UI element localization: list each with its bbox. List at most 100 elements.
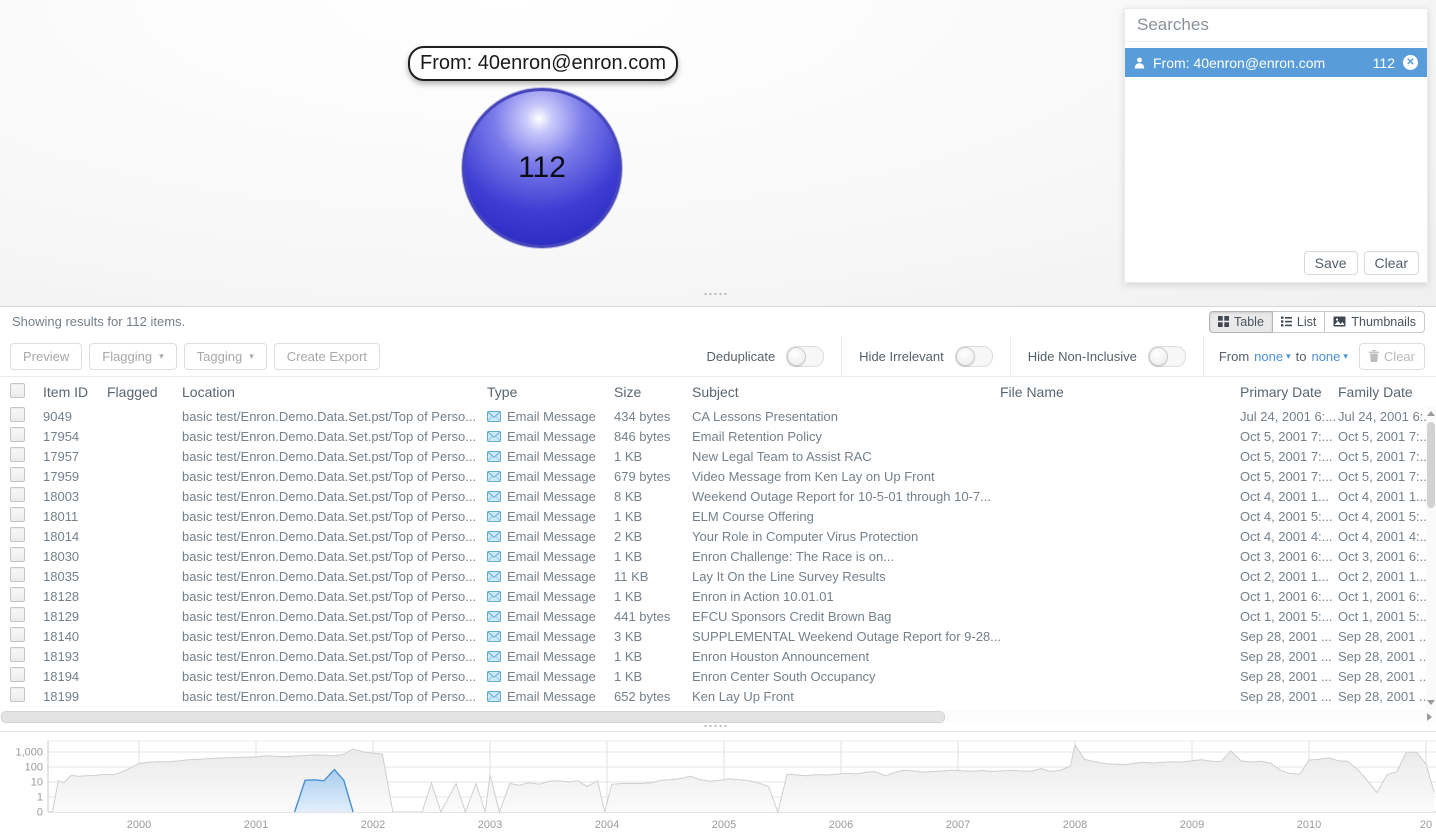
splitter-grip-bottom[interactable] <box>703 724 729 728</box>
row-checkbox[interactable] <box>10 647 25 662</box>
row-checkbox[interactable] <box>10 627 25 642</box>
row-checkbox-cell <box>10 467 43 485</box>
table-row[interactable]: 18014basic test/Enron.Demo.Data.Set.pst/… <box>0 526 1426 546</box>
column-header-item-id[interactable]: Item ID <box>43 384 107 400</box>
table-row[interactable]: 17959basic test/Enron.Demo.Data.Set.pst/… <box>0 466 1426 486</box>
row-checkbox[interactable] <box>10 567 25 582</box>
cell-subject: ELM Course Offering <box>692 509 1000 524</box>
column-header-location[interactable]: Location <box>182 384 487 400</box>
column-header-size[interactable]: Size <box>614 384 692 400</box>
preview-button[interactable]: Preview <box>10 343 82 370</box>
view-button-thumbnails[interactable]: Thumbnails <box>1324 311 1425 333</box>
select-all-checkbox[interactable] <box>10 383 25 398</box>
timeline-chart[interactable]: 01101001,0002000200120022003200420052006… <box>0 732 1436 838</box>
view-switcher: Table List Thumbnails <box>1209 311 1425 333</box>
hide-non-inclusive-group: Hide Non-Inclusive <box>1011 336 1203 376</box>
hide-non-inclusive-toggle[interactable] <box>1148 346 1186 367</box>
cell-primary-date: Oct 1, 2001 6:... <box>1240 589 1338 604</box>
row-checkbox[interactable] <box>10 487 25 502</box>
cell-type: Email Message <box>487 669 614 684</box>
row-checkbox[interactable] <box>10 687 25 702</box>
row-checkbox[interactable] <box>10 547 25 562</box>
cell-size: 652 bytes <box>614 689 692 704</box>
remove-search-icon[interactable]: ✕ <box>1403 55 1418 70</box>
splitter-grip-top[interactable] <box>703 292 729 296</box>
scroll-right-icon[interactable] <box>1427 713 1432 721</box>
table-row[interactable]: 18128basic test/Enron.Demo.Data.Set.pst/… <box>0 586 1426 606</box>
chevron-down-icon: ▾ <box>1343 352 1348 361</box>
visualization-canvas[interactable]: From: 40enron@enron.com 112 Searches Fro… <box>0 0 1436 307</box>
cell-item-id: 17959 <box>43 469 107 484</box>
horizontal-scrollbar-thumb[interactable] <box>1 711 945 723</box>
svg-text:2009: 2009 <box>1180 819 1204 831</box>
table-row[interactable]: 18129basic test/Enron.Demo.Data.Set.pst/… <box>0 606 1426 626</box>
search-bubble[interactable]: 112 <box>462 88 622 248</box>
table-row[interactable]: 9049basic test/Enron.Demo.Data.Set.pst/T… <box>0 406 1426 426</box>
cell-item-id: 18014 <box>43 529 107 544</box>
cell-subject: SUPPLEMENTAL Weekend Outage Report for 9… <box>692 629 1000 644</box>
hide-irrelevant-group: Hide Irrelevant <box>842 336 1010 376</box>
table-row[interactable]: 18030basic test/Enron.Demo.Data.Set.pst/… <box>0 546 1426 566</box>
tagging-dropdown[interactable]: Tagging▾ <box>184 343 267 370</box>
email-icon <box>487 531 501 542</box>
svg-text:0: 0 <box>37 807 43 819</box>
svg-text:2003: 2003 <box>478 819 502 831</box>
cell-size: 1 KB <box>614 649 692 664</box>
clear-range-button[interactable]: Clear <box>1359 343 1425 370</box>
vertical-scrollbar-thumb[interactable] <box>1427 422 1435 508</box>
column-header-subject[interactable]: Subject <box>692 384 1000 400</box>
column-header-primary-date[interactable]: Primary Date <box>1240 384 1338 400</box>
cell-family-date: Sep 28, 2001 ... <box>1338 689 1426 704</box>
svg-text:2000: 2000 <box>127 819 151 831</box>
deduplicate-toggle[interactable] <box>786 346 824 367</box>
scroll-up-icon[interactable] <box>1427 411 1435 416</box>
table-row[interactable]: 18003basic test/Enron.Demo.Data.Set.pst/… <box>0 486 1426 506</box>
cell-family-date: Sep 28, 2001 ... <box>1338 629 1426 644</box>
cell-size: 1 KB <box>614 549 692 564</box>
row-checkbox[interactable] <box>10 447 25 462</box>
table-row[interactable]: 18140basic test/Enron.Demo.Data.Set.pst/… <box>0 626 1426 646</box>
save-button[interactable]: Save <box>1304 251 1358 275</box>
table-row[interactable]: 17954basic test/Enron.Demo.Data.Set.pst/… <box>0 426 1426 446</box>
row-checkbox[interactable] <box>10 467 25 482</box>
clear-range-label: Clear <box>1384 349 1415 364</box>
table-icon <box>1218 316 1229 327</box>
row-checkbox[interactable] <box>10 407 25 422</box>
column-header-file-name[interactable]: File Name <box>1000 384 1240 400</box>
view-button-list[interactable]: List <box>1272 311 1325 333</box>
cell-family-date: Sep 28, 2001 ... <box>1338 669 1426 684</box>
search-item[interactable]: From: 40enron@enron.com 112 ✕ <box>1125 48 1427 77</box>
hide-irrelevant-toggle[interactable] <box>955 346 993 367</box>
column-header-type[interactable]: Type <box>487 384 614 400</box>
svg-text:1,000: 1,000 <box>15 747 43 759</box>
row-checkbox[interactable] <box>10 667 25 682</box>
clear-searches-button[interactable]: Clear <box>1364 251 1419 275</box>
cell-size: 1 KB <box>614 509 692 524</box>
scroll-down-icon[interactable] <box>1427 700 1435 705</box>
range-from-dropdown[interactable]: none▾ <box>1254 349 1290 364</box>
table-row[interactable]: 17957basic test/Enron.Demo.Data.Set.pst/… <box>0 446 1426 466</box>
range-to-dropdown[interactable]: none▾ <box>1311 349 1347 364</box>
row-checkbox[interactable] <box>10 587 25 602</box>
row-checkbox-cell <box>10 567 43 585</box>
column-header-flagged[interactable]: Flagged <box>107 384 182 400</box>
cell-size: 846 bytes <box>614 429 692 444</box>
row-checkbox[interactable] <box>10 527 25 542</box>
cell-location: basic test/Enron.Demo.Data.Set.pst/Top o… <box>182 549 487 564</box>
table-row[interactable]: 18011basic test/Enron.Demo.Data.Set.pst/… <box>0 506 1426 526</box>
row-checkbox[interactable] <box>10 507 25 522</box>
view-button-table[interactable]: Table <box>1209 311 1273 333</box>
row-checkbox[interactable] <box>10 607 25 622</box>
row-checkbox[interactable] <box>10 427 25 442</box>
cell-size: 679 bytes <box>614 469 692 484</box>
table-row[interactable]: 18193basic test/Enron.Demo.Data.Set.pst/… <box>0 646 1426 666</box>
table-row[interactable]: 18199basic test/Enron.Demo.Data.Set.pst/… <box>0 686 1426 706</box>
cell-primary-date: Sep 28, 2001 ... <box>1240 669 1338 684</box>
table-row[interactable]: 18035basic test/Enron.Demo.Data.Set.pst/… <box>0 566 1426 586</box>
create-export-button[interactable]: Create Export <box>274 343 380 370</box>
flagging-dropdown[interactable]: Flagging▾ <box>89 343 176 370</box>
column-header-family-date[interactable]: Family Date <box>1338 384 1426 400</box>
toggle-knob <box>956 347 975 366</box>
cell-location: basic test/Enron.Demo.Data.Set.pst/Top o… <box>182 569 487 584</box>
table-row[interactable]: 18194basic test/Enron.Demo.Data.Set.pst/… <box>0 666 1426 686</box>
